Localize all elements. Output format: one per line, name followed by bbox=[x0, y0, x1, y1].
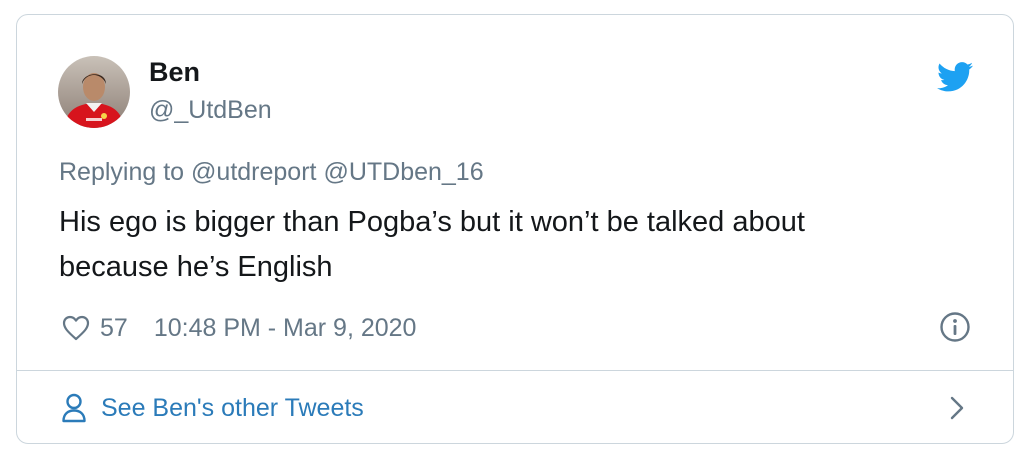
avatar-image bbox=[58, 56, 130, 128]
tweet-text-line: because he’s English bbox=[59, 251, 333, 283]
like-count[interactable]: 57 bbox=[100, 314, 128, 343]
see-other-tweets-link[interactable]: See Ben's other Tweets bbox=[61, 390, 364, 426]
mention-link[interactable]: @utdreport bbox=[191, 158, 316, 186]
author-handle[interactable]: @_UtdBen bbox=[149, 94, 272, 126]
chevron-right-icon[interactable] bbox=[947, 394, 967, 422]
see-other-tweets-label[interactable]: See Ben's other Tweets bbox=[101, 394, 364, 423]
avatar[interactable] bbox=[58, 56, 130, 128]
info-icon[interactable] bbox=[939, 311, 971, 343]
divider bbox=[17, 370, 1013, 371]
tweet-meta: 57 10:48 PM - Mar 9, 2020 bbox=[62, 310, 416, 346]
heart-icon[interactable] bbox=[62, 315, 90, 341]
tweet-timestamp[interactable]: 10:48 PM - Mar 9, 2020 bbox=[154, 314, 417, 343]
tweet-text-line: His ego is bigger than Pogba’s but it wo… bbox=[59, 206, 805, 238]
person-icon bbox=[62, 393, 86, 423]
author-name[interactable]: Ben bbox=[149, 55, 200, 89]
replying-to: Replying to @utdreport @UTDben_16 bbox=[59, 156, 484, 188]
mention-link[interactable]: @UTDben_16 bbox=[323, 158, 483, 186]
twitter-bird-icon[interactable] bbox=[937, 62, 973, 92]
replying-to-label: Replying to bbox=[59, 158, 185, 186]
tweet-text: His ego is bigger than Pogba’s but it wo… bbox=[59, 200, 959, 290]
embedded-tweet-card: Ben @_UtdBen Replying to @utdreport @UTD… bbox=[16, 14, 1014, 444]
